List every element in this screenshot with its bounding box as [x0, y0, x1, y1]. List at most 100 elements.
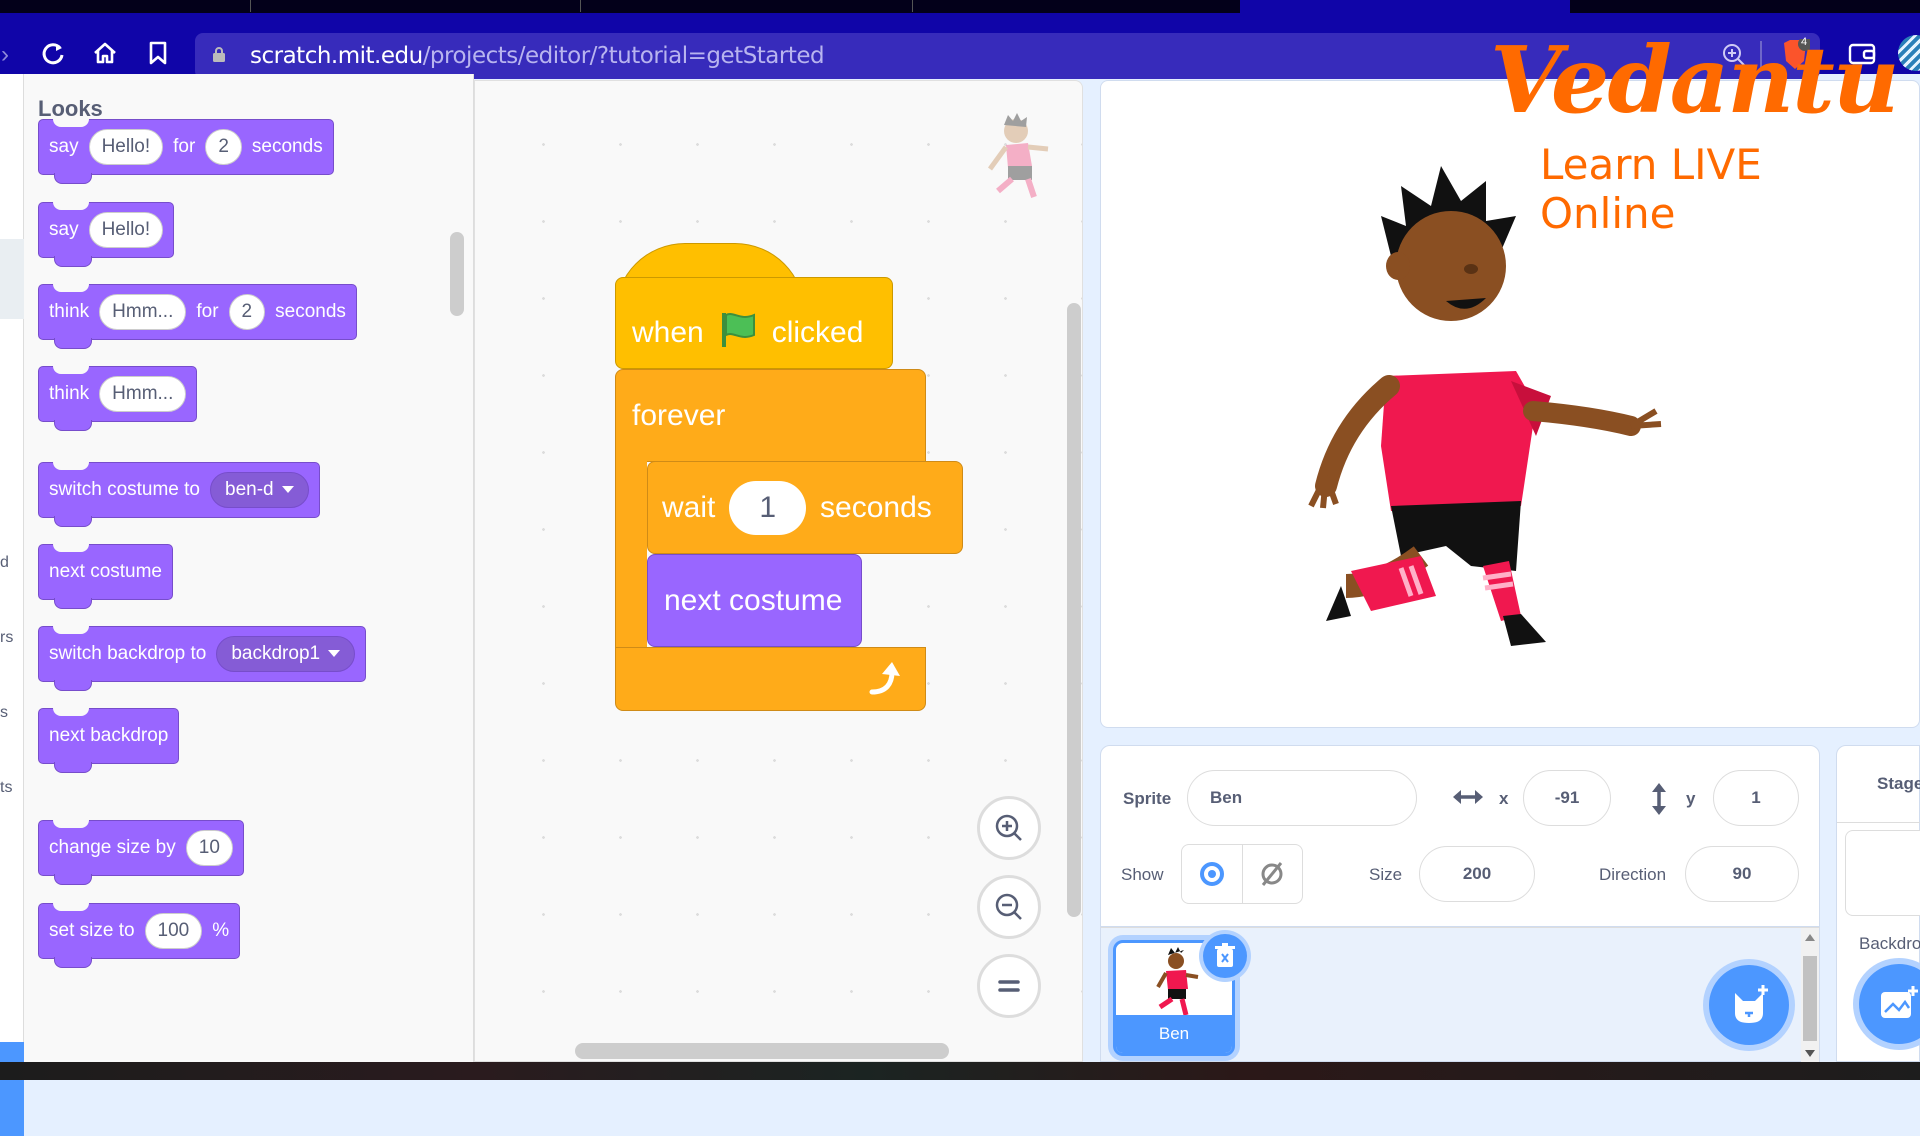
size-input[interactable]: 200 [1419, 846, 1535, 902]
x-position-icon [1451, 786, 1485, 813]
eye-icon [1199, 862, 1224, 886]
block-text: next costume [49, 561, 162, 582]
sprite-label: Sprite [1123, 789, 1172, 808]
ben-sprite[interactable] [1271, 146, 1691, 656]
backdrops-label: Backdrops [1859, 934, 1920, 953]
zoom-out-button[interactable] [977, 875, 1041, 939]
brave-shields-icon[interactable]: 4 [1780, 36, 1812, 71]
palette-block[interactable]: next backdrop [38, 708, 180, 773]
forward-icon[interactable]: › [0, 40, 20, 70]
tab-separator [250, 0, 251, 12]
wait-block[interactable]: wait 1 seconds [647, 461, 963, 554]
dropdown-value: ben-d [225, 479, 274, 500]
profile-icon[interactable] [1898, 35, 1920, 71]
loop-arrow-icon [866, 658, 906, 698]
zoom-icon[interactable] [1720, 41, 1748, 74]
reload-icon[interactable] [38, 40, 68, 70]
palette-block[interactable]: switch costume to ben-d [38, 462, 320, 527]
category-item[interactable]: rs [0, 629, 13, 647]
script-horizontal-scrollbar[interactable] [575, 1043, 949, 1059]
palette-scrollbar[interactable] [450, 232, 464, 316]
y-label: y [1686, 789, 1696, 808]
category-item[interactable]: ts [0, 779, 12, 797]
direction-input[interactable]: 90 [1685, 846, 1799, 902]
home-icon[interactable] [90, 40, 120, 70]
palette-block[interactable]: think Hmm... [38, 366, 198, 431]
wallet-icon[interactable] [1848, 41, 1876, 70]
block-input[interactable]: Hmm... [99, 294, 187, 330]
when-flag-clicked-block[interactable]: when clicked [615, 277, 893, 369]
script-vertical-scrollbar[interactable] [1067, 303, 1081, 917]
choose-backdrop-button[interactable] [1859, 964, 1920, 1044]
palette-block[interactable]: next costume [38, 544, 173, 609]
stage-selector-panel[interactable]: Stage Backdrops [1836, 745, 1920, 1062]
bookmark-icon[interactable] [143, 40, 173, 70]
tab-strip [0, 0, 1920, 13]
show-label: Show [1121, 865, 1164, 884]
choose-sprite-button[interactable] [1709, 965, 1789, 1045]
category-item[interactable]: d [0, 554, 9, 572]
palette-block[interactable]: say Hello! [38, 202, 175, 267]
scroll-up-arrow-icon[interactable] [1805, 934, 1815, 941]
palette-block[interactable]: change size by 10 [38, 820, 244, 885]
block-dropdown[interactable]: ben-d [210, 472, 309, 508]
stage-divider [1837, 822, 1920, 823]
category-item[interactable]: s [0, 704, 8, 722]
sprite-list-scrollbar[interactable] [1801, 928, 1819, 1063]
block-text: change size by [49, 837, 176, 858]
x-position-input[interactable]: -91 [1523, 770, 1611, 826]
block-input[interactable]: Hello! [88, 212, 164, 248]
block-input[interactable]: 2 [228, 294, 266, 330]
stage[interactable] [1100, 80, 1920, 728]
block-text: say [49, 219, 79, 240]
palette-block[interactable]: set size to 100% [38, 903, 241, 968]
active-tab[interactable] [1240, 0, 1570, 13]
lock-icon [213, 47, 225, 62]
tab-separator [580, 0, 581, 12]
sprite-info-panel: Sprite Ben x -91 y 1 Show Size 200 Direc… [1100, 745, 1820, 927]
block-input[interactable]: 100 [144, 913, 203, 949]
address-bar[interactable]: scratch.mit.edu/projects/editor/?tutoria… [195, 33, 1820, 79]
palette-block[interactable]: say Hello! for 2 seconds [38, 119, 334, 184]
block-input[interactable]: Hmm... [99, 376, 187, 412]
delete-sprite-button[interactable] [1203, 934, 1247, 978]
tab-separator [912, 0, 913, 12]
reset-zoom-button[interactable] [977, 954, 1041, 1018]
block-text: say [49, 136, 79, 157]
stage-thumbnail[interactable] [1845, 830, 1920, 916]
palette-block[interactable]: think Hmm... for 2 seconds [38, 284, 357, 349]
block-text: when [632, 316, 704, 349]
forever-block[interactable]: forever [615, 369, 926, 462]
equals-icon [998, 980, 1020, 992]
eye-slash-icon [1261, 862, 1283, 886]
zoom-in-button[interactable] [977, 796, 1041, 860]
sprite-name-input[interactable]: Ben [1187, 770, 1417, 826]
block-text: think [49, 301, 90, 322]
block-text: switch costume to [49, 479, 200, 500]
url-text[interactable]: scratch.mit.edu/projects/editor/?tutoria… [250, 43, 825, 69]
extensions-button[interactable] [0, 1042, 24, 1136]
scroll-down-arrow-icon[interactable] [1805, 1050, 1815, 1057]
block-text: wait [662, 490, 716, 524]
shields-badge: 4 [1801, 36, 1808, 48]
category-selected[interactable] [0, 239, 24, 319]
palette-block[interactable]: switch backdrop to backdrop1 [38, 626, 367, 691]
sprite-tile-name: Ben [1116, 1015, 1232, 1053]
script-area[interactable]: when clicked forever wait 1 seconds next… [474, 80, 1083, 1062]
block-input[interactable]: 2 [205, 129, 242, 165]
next-costume-block[interactable]: next costume [647, 554, 862, 647]
block-dropdown[interactable]: backdrop1 [216, 636, 356, 672]
show-toggle-group [1181, 844, 1303, 904]
block-text: for [196, 301, 219, 322]
block-input[interactable]: 10 [185, 830, 233, 866]
url-path: /projects/editor/?tutorial=getStarted [422, 43, 825, 69]
y-position-input[interactable]: 1 [1713, 770, 1799, 826]
block-text: % [212, 920, 230, 941]
sprite-list: Ben [1100, 927, 1820, 1063]
block-input[interactable]: Hello! [88, 129, 164, 165]
show-hidden-button[interactable] [1243, 845, 1303, 903]
wait-seconds-input[interactable]: 1 [729, 480, 807, 535]
block-text: switch backdrop to [49, 643, 207, 664]
sprite-list-scroll-thumb[interactable] [1803, 956, 1817, 1041]
show-visible-button[interactable] [1182, 845, 1243, 903]
